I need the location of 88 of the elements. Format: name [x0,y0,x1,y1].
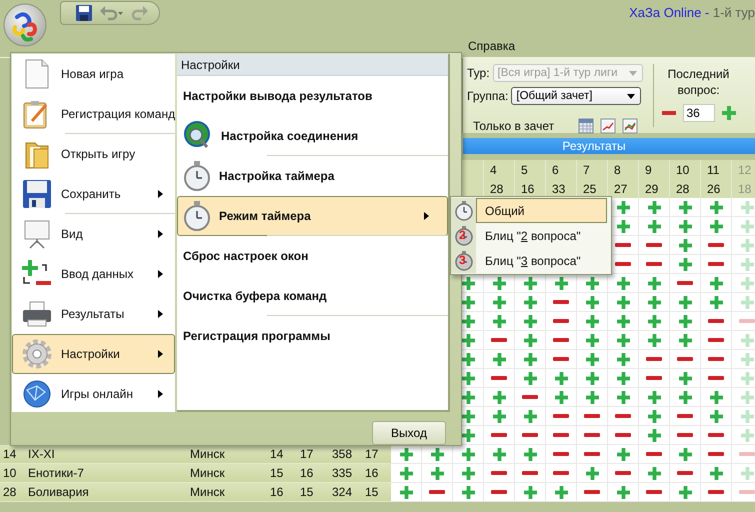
table-cell: 324 [329,483,362,502]
exit-button[interactable]: Выход [372,421,446,445]
column-header: 9 [639,160,670,180]
table-cell: 17 [297,445,329,464]
column-header: 12 [732,160,755,180]
gear-icon [22,339,52,369]
menu-item[interactable]: Режим таймера [177,196,448,236]
printer-icon [22,301,52,327]
menu-item[interactable]: Регистрация команд [12,94,175,134]
column-header: 26 [701,179,732,199]
submenu-item[interactable]: Общий [476,198,607,223]
column-header: 7 [577,160,608,180]
globe-magnifier-icon [183,121,213,151]
table-cell: Минск [187,464,267,483]
column-header: 11 [701,160,732,180]
timer-number-label: 3 [459,253,466,267]
globe-icon [23,380,51,408]
table-cell: 335 [329,464,362,483]
column-header: 6 [546,160,577,180]
group-label: Группа: [467,89,508,103]
table-cell: 10 [0,464,25,483]
menu-item[interactable]: Настройки вывода результатов [177,76,448,116]
column-header: 8 [608,160,639,180]
table-cell: 15 [362,483,391,502]
table-cell: Минск [187,483,267,502]
table-cell: 14 [0,445,25,464]
save-icon[interactable] [75,4,93,22]
plus-icon [722,106,736,120]
column-header: 18 [732,179,755,199]
stopwatch-icon [454,226,472,246]
table-cell: 15 [297,483,329,502]
table-cell: 14 [267,445,297,464]
menu-item[interactable]: Результаты [12,294,175,334]
tour-label: Тур: [467,66,490,80]
column-header: 4 [484,160,515,180]
window-title: ХаЗа Online - 1-й тур [629,5,755,20]
table-cell: 358 [329,445,362,464]
menu-item[interactable]: Вид [12,214,175,254]
column-header: 5 [515,160,546,180]
chart-icon[interactable] [622,118,638,134]
table-cell: 16 [362,464,391,483]
menu-item[interactable]: Ввод данных [12,254,175,294]
table-cell: Енотики-7 [25,464,187,483]
stopwatch-icon [454,250,472,270]
menu-item[interactable]: Настройка таймера [177,156,448,196]
column-header: 29 [639,179,670,199]
table-cell: Минск [187,445,267,464]
menu-item[interactable]: Настройки [12,334,175,374]
menu-item[interactable]: Игры онлайн [12,374,175,414]
app-menu-button[interactable] [3,3,47,47]
submenu-item[interactable]: Блиц "3 вопроса" [476,248,607,273]
table-icon[interactable] [578,118,594,134]
panel-title: Настройки [177,54,448,76]
table-cell: 16 [297,464,329,483]
stopwatch-icon [183,161,211,191]
menu-item[interactable]: Новая игра [12,54,175,94]
stopwatch-icon [454,200,472,220]
table-cell: 17 [362,445,391,464]
menu-item[interactable]: Сохранить [12,174,175,214]
table-cell: 28 [0,483,25,502]
dropdown-arrow-icon [628,70,637,76]
last-question-field[interactable]: 36 [682,104,714,122]
last-question-label: Последний вопрос: [666,66,730,98]
menu-item[interactable]: Открыть игру [12,134,175,174]
column-header: 27 [608,179,639,199]
menu-item[interactable]: Сброс настроек окон [177,236,448,276]
table-cell: Боливария [25,483,187,502]
menu-item[interactable]: Регистрация программы [177,316,448,356]
menu-item[interactable]: Настройка соединения [177,116,448,156]
submenu-item[interactable]: Блиц "2 вопроса" [476,223,607,248]
chart-icon[interactable] [600,118,616,134]
table-cell: IX-XI [25,445,187,464]
menu-item[interactable]: Очистка буфера команд [177,276,448,316]
column-header: 10 [670,160,701,180]
increment-button[interactable] [720,105,736,121]
column-header: 28 [670,179,701,199]
table-cell: 15 [267,464,297,483]
ribbon-tab[interactable]: Справка [466,39,518,53]
stopwatch-icon [183,201,211,231]
group-dropdown[interactable]: [Общий зачет] [511,87,642,105]
table-cell: 16 [267,483,297,502]
document-icon [24,59,50,89]
timer-number-label: 2 [459,228,466,242]
minus-icon [662,111,676,115]
only-scored-label: Только в зачет [473,119,554,133]
projector-screen-icon [22,219,52,249]
section-header: Результаты [463,138,755,154]
dropdown-arrow-icon [627,94,636,98]
